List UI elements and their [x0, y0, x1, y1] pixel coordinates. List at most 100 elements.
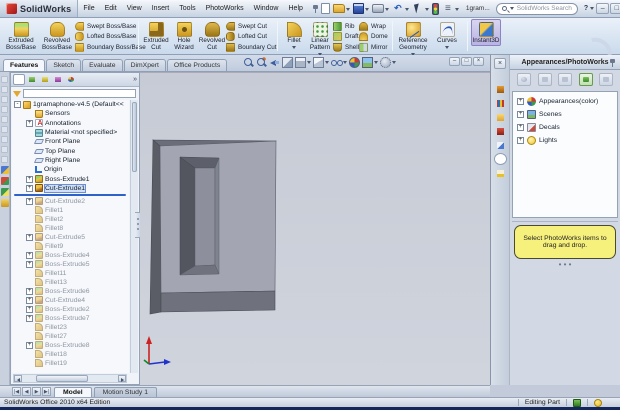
docked-toolbar-icon[interactable] — [0, 199, 9, 207]
tree-item-cut-extrude2[interactable]: + Cut-Extrude2 — [12, 197, 129, 206]
docked-toolbar-icon[interactable] — [0, 177, 9, 185]
menu-item[interactable]: PhotoWorks — [201, 3, 249, 14]
menu-item[interactable]: Edit — [100, 3, 122, 14]
menu-item[interactable]: Insert — [147, 3, 175, 14]
scrollbar-thumb[interactable] — [132, 102, 137, 172]
docked-toolbar-icon[interactable] — [1, 86, 8, 93]
docked-toolbar-icon[interactable] — [1, 96, 8, 103]
boundary-cut-button[interactable]: Boundary Cut — [226, 42, 277, 53]
view-orientation-icon[interactable] — [295, 57, 311, 68]
sheet-scroll-prev-button[interactable]: ◀ — [22, 387, 31, 396]
tree-item-fillet13[interactable]: Fillet13 — [12, 278, 129, 287]
tree-item-fillet19[interactable]: Fillet19 — [12, 359, 129, 368]
tree-horizontal-scrollbar[interactable] — [13, 374, 127, 383]
docked-toolbar-icon[interactable] — [1, 76, 8, 83]
tree-item-fillet27[interactable]: Fillet27 — [12, 332, 129, 341]
tree-item-origin[interactable]: Origin — [12, 165, 129, 174]
lofted-boss-base-button[interactable]: Lofted Boss/Base — [75, 32, 136, 43]
pin-icon[interactable] — [609, 59, 617, 67]
draft-button[interactable]: Draft — [333, 32, 359, 43]
expander-icon[interactable]: - — [14, 101, 21, 109]
tree-filter-input[interactable] — [23, 89, 136, 98]
tree-item-boss-extrude5[interactable]: + Boss-Extrude5 — [12, 260, 129, 269]
tree-item-boss-extrude8[interactable]: + Boss-Extrude8 — [12, 341, 129, 350]
rebuild-icon[interactable] — [431, 2, 440, 15]
mirror-button[interactable]: Mirror — [359, 42, 389, 53]
custom-properties-tab[interactable] — [494, 167, 507, 179]
tree-item-front-plane[interactable]: Front Plane — [12, 137, 129, 146]
tree-item-cut-extrude5[interactable]: + Cut-Extrude5 — [12, 233, 129, 242]
docked-toolbar-icon[interactable] — [1, 106, 8, 113]
search-input[interactable]: SolidWorks Search — [495, 2, 578, 15]
zoom-area-icon[interactable] — [256, 57, 267, 68]
tab-office-products[interactable]: Office Products — [166, 59, 228, 71]
docked-toolbar-icon[interactable] — [0, 166, 9, 174]
scroll-left-arrow-icon[interactable] — [14, 375, 22, 382]
tree-item-fillet1[interactable]: Fillet1 — [12, 206, 129, 215]
tree-item-boss-extrude7[interactable]: + Boss-Extrude7 — [12, 314, 129, 323]
fillet-button[interactable]: Fillet — [281, 19, 307, 52]
motion-study-tab[interactable]: Motion Study 1 — [93, 387, 157, 397]
display-style-icon[interactable] — [313, 57, 329, 68]
expander-icon[interactable]: + — [26, 305, 33, 313]
fm-header-overflow-icon[interactable]: » — [133, 76, 137, 83]
rollback-bar[interactable] — [14, 193, 126, 196]
instant3d-button[interactable]: Instant3D — [471, 19, 501, 46]
tree-item-boss-extrude4[interactable]: + Boss-Extrude4 — [12, 251, 129, 260]
dome-button[interactable]: Dome — [359, 32, 389, 43]
expander-icon[interactable]: + — [26, 287, 33, 295]
tab-evaluate[interactable]: Evaluate — [82, 59, 123, 71]
dimxpertmanager-tab[interactable] — [52, 74, 64, 85]
swept-cut-button[interactable]: Swept Cut — [226, 21, 274, 32]
lofted-cut-button[interactable]: Lofted Cut — [226, 32, 274, 43]
docked-toolbar-icon[interactable] — [0, 188, 9, 196]
expander-icon[interactable]: + — [517, 111, 524, 118]
rib-button[interactable]: Rib — [333, 21, 359, 32]
expander-icon[interactable]: + — [517, 137, 524, 144]
taskpane-item-decals[interactable]: + Decals — [513, 121, 617, 134]
menu-item[interactable]: Help — [284, 3, 308, 14]
tree-item-fillet23[interactable]: Fillet23 — [12, 323, 129, 332]
tree-item-top-plane[interactable]: Top Plane — [12, 146, 129, 155]
hole-wizard-button[interactable]: Hole Wizard — [170, 19, 198, 53]
tree-item-material[interactable]: Material <not specified> — [12, 128, 129, 137]
docked-toolbar-icon[interactable] — [1, 136, 8, 143]
shell-button[interactable]: Shell — [333, 42, 359, 53]
tree-item-annotations[interactable]: + Annotations — [12, 119, 129, 128]
configurationmanager-tab[interactable] — [39, 74, 51, 85]
hide-show-items-icon[interactable] — [331, 57, 347, 68]
view-palette-tab[interactable] — [494, 139, 507, 151]
appearances-photoworks-tab[interactable] — [493, 153, 507, 165]
sheet-scroll-first-button[interactable]: |◀ — [12, 387, 21, 396]
expander-icon[interactable]: + — [26, 184, 33, 192]
tree-item-cut-extrude4[interactable]: + Cut-Extrude4 — [12, 296, 129, 305]
expander-icon[interactable]: + — [26, 341, 33, 349]
tree-item-cut-extrude1[interactable]: + Cut-Extrude1 — [12, 183, 129, 193]
docked-toolbar-icon[interactable] — [1, 126, 8, 133]
taskpane-item-appearances[interactable]: + Appearances(color) — [513, 95, 617, 108]
linear-pattern-button[interactable]: Linear Pattern — [307, 19, 333, 59]
tree-item-sensors[interactable]: Sensors — [12, 109, 129, 118]
taskpane-tool-apply[interactable] — [578, 72, 593, 86]
extruded-cut-button[interactable]: Extruded Cut — [142, 19, 170, 53]
search-scope-caret-icon[interactable] — [509, 7, 514, 12]
edit-appearance-icon[interactable] — [349, 57, 360, 68]
expander-icon[interactable]: + — [517, 98, 524, 105]
graphics-viewport[interactable] — [140, 72, 490, 385]
tree-item-fillet2[interactable]: Fillet2 — [12, 215, 129, 224]
taskpane-item-scenes[interactable]: + Scenes — [513, 108, 617, 121]
previous-view-icon[interactable] — [269, 57, 280, 68]
new-document-icon[interactable] — [320, 3, 331, 14]
design-library-tab[interactable] — [494, 97, 507, 109]
options-icon[interactable]: ≡ — [441, 3, 460, 15]
undo-icon[interactable]: ↶ — [391, 3, 410, 15]
menu-item[interactable]: File — [78, 3, 99, 14]
menu-item[interactable]: Window — [249, 3, 284, 14]
document-name[interactable]: 1gram... — [466, 5, 490, 12]
task-pane-resize-handle[interactable]: • • • — [510, 261, 620, 269]
quick-tips-icon[interactable] — [594, 398, 602, 407]
boundary-boss-base-button[interactable]: Boundary Boss/Base — [75, 42, 146, 53]
menu-item[interactable]: View — [122, 3, 147, 14]
help-button[interactable]: ? — [584, 5, 588, 12]
open-icon[interactable] — [332, 4, 351, 13]
